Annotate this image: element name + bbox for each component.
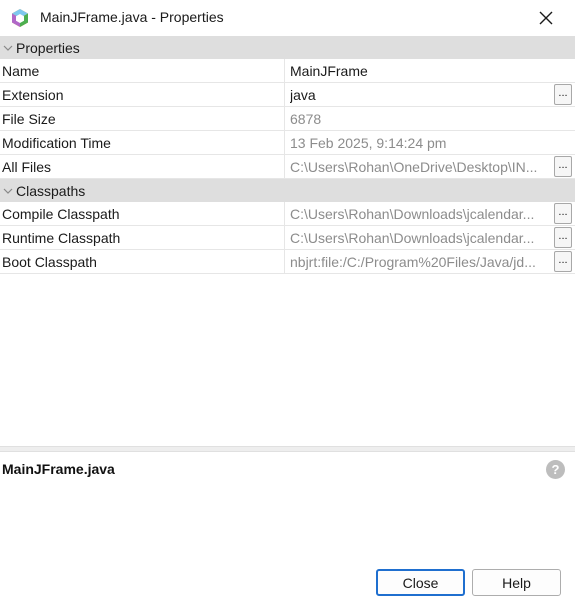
category-classpaths[interactable]: Classpaths — [0, 179, 575, 202]
splitter-handle[interactable] — [0, 446, 575, 452]
help-icon[interactable]: ? — [546, 460, 565, 479]
property-value: C:\Users\Rohan\OneDrive\Desktop\IN... ..… — [285, 155, 575, 178]
close-window-icon[interactable] — [530, 4, 562, 32]
property-value[interactable]: MainJFrame — [285, 59, 575, 82]
property-name: Compile Classpath — [0, 202, 285, 225]
help-button[interactable]: Help — [472, 569, 561, 596]
title-bar: MainJFrame.java - Properties — [0, 0, 575, 36]
property-value[interactable]: java ... — [285, 83, 575, 106]
property-row-name[interactable]: Name MainJFrame — [0, 59, 575, 83]
ellipsis-button[interactable]: ... — [554, 251, 572, 272]
property-name: Extension — [0, 83, 285, 106]
property-value: 6878 — [290, 110, 322, 127]
property-name: Modification Time — [0, 131, 285, 154]
chevron-down-icon[interactable] — [0, 36, 16, 59]
property-name: File Size — [0, 107, 285, 130]
property-row-all-files[interactable]: All Files C:\Users\Rohan\OneDrive\Deskto… — [0, 155, 575, 179]
ellipsis-button[interactable]: ... — [554, 84, 572, 105]
property-row-file-size[interactable]: File Size 6878 — [0, 107, 575, 131]
property-row-modification-time[interactable]: Modification Time 13 Feb 2025, 9:14:24 p… — [0, 131, 575, 155]
property-name: Boot Classpath — [0, 250, 285, 273]
ellipsis-button[interactable]: ... — [554, 227, 572, 248]
property-name: All Files — [0, 155, 285, 178]
ellipsis-button[interactable]: ... — [554, 203, 572, 224]
chevron-down-icon[interactable] — [0, 179, 16, 202]
window-title: MainJFrame.java - Properties — [40, 9, 224, 25]
category-label: Classpaths — [16, 182, 86, 199]
property-value: nbjrt:file:/C:/Program%20Files/Java/jd..… — [285, 250, 575, 273]
category-properties[interactable]: Properties — [0, 36, 575, 59]
property-name: Runtime Classpath — [0, 226, 285, 249]
netbeans-cube-icon — [12, 9, 28, 27]
property-value: C:\Users\Rohan\Downloads\jcalendar... ..… — [285, 226, 575, 249]
property-row-extension[interactable]: Extension java ... — [0, 83, 575, 107]
property-value: C:\Users\Rohan\Downloads\jcalendar... ..… — [285, 202, 575, 225]
ellipsis-button[interactable]: ... — [554, 156, 572, 177]
close-button[interactable]: Close — [376, 569, 465, 596]
category-label: Properties — [16, 39, 80, 56]
property-row-runtime-classpath[interactable]: Runtime Classpath C:\Users\Rohan\Downloa… — [0, 226, 575, 250]
property-name: Name — [0, 59, 285, 82]
description-title: MainJFrame.java — [2, 461, 115, 477]
property-row-boot-classpath[interactable]: Boot Classpath nbjrt:file:/C:/Program%20… — [0, 250, 575, 274]
property-sheet: Properties Name MainJFrame Extension jav… — [0, 36, 575, 274]
property-value: 13 Feb 2025, 9:14:24 pm — [290, 134, 447, 151]
property-row-compile-classpath[interactable]: Compile Classpath C:\Users\Rohan\Downloa… — [0, 202, 575, 226]
